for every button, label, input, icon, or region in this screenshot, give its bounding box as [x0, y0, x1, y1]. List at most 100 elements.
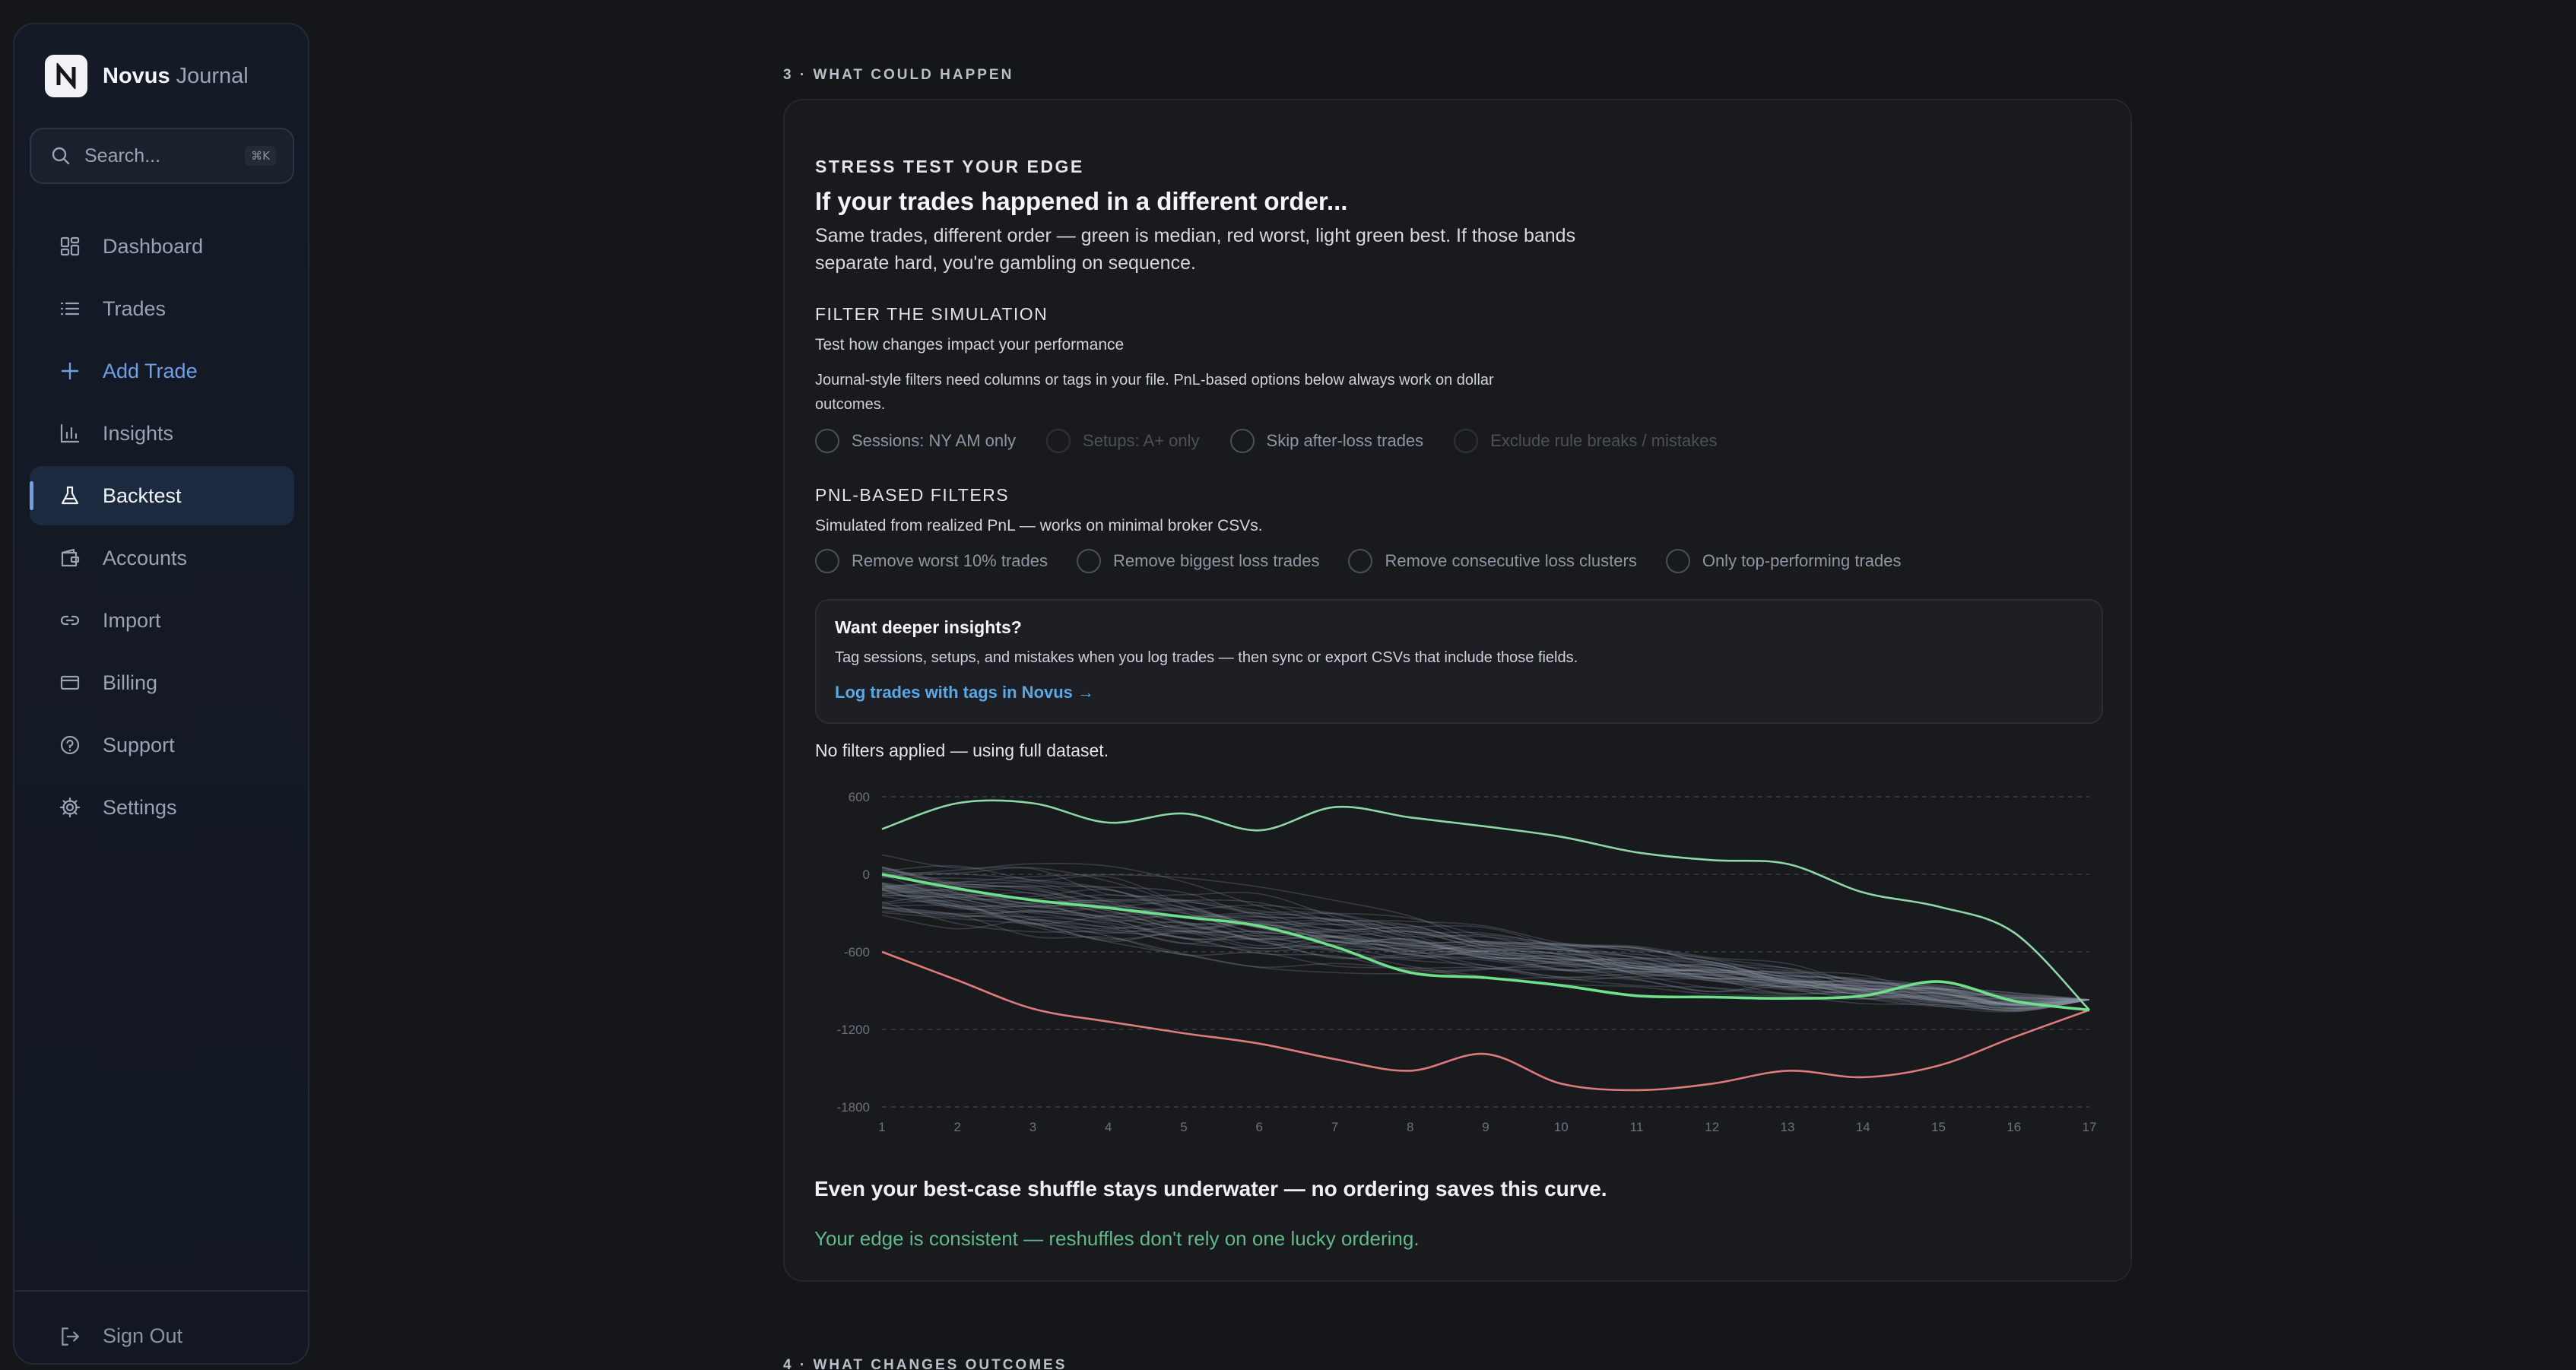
sidebar-item-label: Accounts [103, 546, 188, 569]
sidebar-item-billing[interactable]: Billing [30, 653, 294, 712]
sidebar-nav: Dashboard Trades Add Trade Insights Back… [30, 217, 294, 840]
credit-card-icon [59, 671, 81, 694]
card-description-1: Same trades, different order — green is … [815, 225, 1576, 246]
x-tick-label: 8 [1407, 1120, 1413, 1134]
filter-skip-after-loss[interactable]: Skip after-loss trades [1229, 429, 1424, 453]
flask-icon [59, 484, 81, 507]
x-tick-label: 5 [1180, 1120, 1187, 1134]
sidebar-item-label: Support [103, 733, 175, 756]
bar-chart-icon [59, 422, 81, 445]
journal-note-1: Journal-style filters need columns or ta… [815, 372, 1494, 388]
journal-filter-options: Sessions: NY AM only Setups: A+ only Ski… [815, 429, 1748, 453]
x-tick-label: 10 [1554, 1120, 1569, 1134]
search-shortcut: ⌘K [245, 146, 276, 166]
radio-button[interactable] [815, 429, 839, 453]
x-tick-label: 3 [1029, 1120, 1036, 1134]
x-tick-label: 2 [954, 1120, 961, 1134]
sidebar-item-accounts[interactable]: Accounts [30, 528, 294, 588]
sidebar-item-insights[interactable]: Insights [30, 404, 294, 463]
x-tick-label: 4 [1105, 1120, 1112, 1134]
dashboard-icon [59, 235, 81, 258]
callout-title: Want deeper insights? [835, 617, 1022, 637]
sidebar-item-label: Backtest [103, 484, 182, 507]
brand[interactable]: Novus Journal [45, 55, 249, 97]
option-label: Remove consecutive loss clusters [1385, 551, 1637, 570]
option-label: Skip after-loss trades [1266, 431, 1424, 450]
card-eyebrow: STRESS TEST YOUR EDGE [815, 157, 1084, 176]
pnl-filter-options: Remove worst 10% trades Remove biggest l… [815, 549, 1932, 573]
sidebar-item-import[interactable]: Import [30, 591, 294, 650]
gear-icon [59, 796, 81, 819]
verdict-consistency: Your edge is consistent — reshuffles don… [814, 1227, 1420, 1250]
sidebar-item-add-trade[interactable]: Add Trade [30, 341, 294, 401]
journal-note-2: outcomes. [815, 396, 886, 413]
filter-remove-loss-clusters[interactable]: Remove consecutive loss clusters [1348, 549, 1637, 573]
sidebar-item-label: Add Trade [103, 359, 198, 382]
x-tick-label: 15 [1931, 1120, 1946, 1134]
filter-sessions-ny-am[interactable]: Sessions: NY AM only [815, 429, 1016, 453]
sidebar-item-settings[interactable]: Settings [30, 778, 294, 837]
x-tick-label: 1 [878, 1120, 885, 1134]
radio-button[interactable] [1077, 549, 1101, 573]
card-description-2: separate hard, you're gambling on sequen… [815, 252, 1196, 274]
x-tick-label: 17 [2083, 1120, 2097, 1134]
radio-button[interactable] [1348, 549, 1373, 573]
callout-text: Tag sessions, setups, and mistakes when … [835, 649, 1578, 666]
sidebar-item-label: Insights [103, 421, 174, 445]
worst-case-line [881, 950, 2090, 1092]
option-label: Only top-performing trades [1702, 551, 1902, 570]
sign-out-button[interactable]: Sign Out [59, 1324, 182, 1348]
filter-title: FILTER THE SIMULATION [815, 304, 1048, 324]
monte-carlo-chart: 6000-600-1200-18001 2 3 4 5 6 7 8 9 10 11 12 13 14 15 1… [837, 790, 2097, 1134]
filter-status: No filters applied — using full dataset. [815, 740, 1109, 760]
sidebar-item-label: Import [103, 608, 161, 632]
filter-exclude-rule-breaks: Exclude rule breaks / mistakes [1454, 429, 1718, 453]
radio-button[interactable] [1665, 549, 1690, 573]
filter-setups-a-plus: Setups: A+ only [1046, 429, 1200, 453]
search-input[interactable]: Search... ⌘K [30, 128, 294, 184]
option-label: Setups: A+ only [1083, 431, 1200, 450]
radio-button [1454, 429, 1479, 453]
sidebar-divider [14, 1290, 308, 1292]
card-title: If your trades happened in a different o… [815, 187, 1348, 215]
filter-remove-worst-10[interactable]: Remove worst 10% trades [815, 549, 1048, 573]
radio-button [1046, 429, 1071, 453]
next-section-heading: 4 · WHAT CHANGES OUTCOMES [783, 1357, 1068, 1370]
option-label: Sessions: NY AM only [852, 431, 1017, 450]
x-tick-label: 14 [1856, 1120, 1870, 1134]
list-icon [59, 297, 81, 320]
radio-button[interactable] [1229, 429, 1255, 453]
x-tick-label: 11 [1630, 1120, 1644, 1134]
filter-remove-biggest-loss[interactable]: Remove biggest loss trades [1077, 549, 1319, 573]
sidebar-item-label: Settings [103, 795, 177, 819]
x-tick-label: 16 [2007, 1120, 2021, 1134]
x-tick-label: 7 [1331, 1120, 1338, 1134]
filter-top-performing[interactable]: Only top-performing trades [1665, 549, 1902, 573]
deeper-insights-callout: Want deeper insights? Tag sessions, setu… [815, 599, 2103, 724]
sidebar-item-support[interactable]: Support [30, 715, 294, 775]
sidebar-item-label: Dashboard [103, 234, 204, 258]
brand-subtitle: Journal [176, 63, 249, 88]
y-tick-label: -1200 [837, 1023, 870, 1037]
sidebar: Novus Journal Search... ⌘K Dashboard Tra… [13, 23, 309, 1365]
sidebar-item-dashboard[interactable]: Dashboard [30, 217, 294, 276]
section-heading: 3 · WHAT COULD HAPPEN [783, 67, 1014, 83]
sidebar-item-backtest[interactable]: Backtest [30, 466, 294, 525]
log-trades-link[interactable]: Log trades with tags in Novus → [835, 683, 1094, 702]
help-circle-icon [59, 734, 81, 756]
option-label: Remove biggest loss trades [1113, 551, 1320, 570]
wallet-icon [59, 547, 81, 569]
option-label: Exclude rule breaks / mistakes [1490, 431, 1718, 450]
radio-button[interactable] [815, 549, 839, 573]
search-placeholder: Search... [84, 144, 161, 166]
sidebar-item-trades[interactable]: Trades [30, 279, 294, 338]
logout-icon [62, 1327, 79, 1346]
y-tick-label: 600 [849, 790, 870, 804]
sidebar-item-label: Billing [103, 671, 158, 694]
y-tick-label: -1800 [837, 1100, 870, 1115]
brand-name: Novus [103, 63, 170, 88]
sidebar-item-label: Trades [103, 297, 167, 320]
x-tick-label: 6 [1256, 1120, 1263, 1134]
pnl-filters-subtitle: Simulated from realized PnL — works on m… [815, 517, 1263, 534]
x-tick-label: 13 [1781, 1120, 1795, 1134]
